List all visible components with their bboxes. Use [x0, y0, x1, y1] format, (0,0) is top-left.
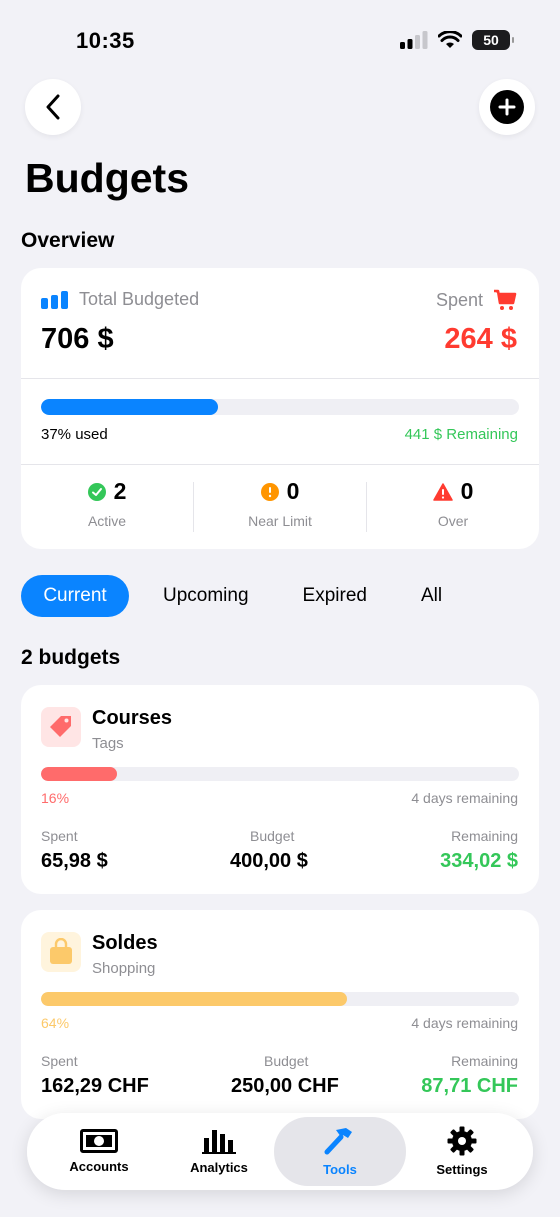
- stat-count: 0: [460, 478, 474, 504]
- shopping-bag-icon: [41, 932, 81, 972]
- budget-category: Tags: [92, 735, 124, 752]
- status-bar: 10:35 50: [0, 0, 560, 80]
- overview-progress-bar: [41, 399, 519, 415]
- page-title: Budgets: [25, 155, 189, 201]
- battery-icon: 50: [472, 30, 514, 50]
- spent-label: Spent: [41, 1053, 78, 1069]
- overview-heading: Overview: [21, 229, 115, 252]
- bottom-tab-bar: Accounts Analytics Tools Settings: [27, 1113, 533, 1190]
- remaining-label: Remaining: [451, 828, 518, 844]
- budget-card-soldes[interactable]: Soldes Shopping 64% 4 days remaining Spe…: [21, 910, 539, 1119]
- days-remaining: 4 days remaining: [411, 790, 518, 806]
- remaining-amount: 441 $ Remaining: [404, 426, 518, 443]
- remaining-value: 87,71 CHF: [421, 1075, 518, 1097]
- budget-value: 250,00 CHF: [231, 1075, 339, 1097]
- total-budgeted-label: Total Budgeted: [41, 289, 199, 310]
- stat-active[interactable]: 2 Active: [21, 478, 193, 529]
- bar-chart-icon: [202, 1130, 236, 1154]
- tabbar-item-analytics[interactable]: Analytics: [153, 1117, 285, 1186]
- stat-near-limit[interactable]: 0 Near Limit: [194, 478, 366, 529]
- total-budgeted-value: 706 $: [41, 323, 114, 355]
- budget-name: Courses: [92, 707, 173, 729]
- stat-count: 2: [113, 478, 127, 504]
- tabbar-label: Settings: [436, 1162, 488, 1177]
- tabbar-label: Tools: [323, 1162, 357, 1177]
- tabbar-item-settings[interactable]: Settings: [396, 1117, 528, 1186]
- cart-icon: [494, 289, 517, 310]
- status-time: 10:35: [76, 28, 135, 53]
- overview-card: Total Budgeted Spent 706 $ 264 $ 37% use…: [21, 268, 539, 549]
- tabbar-label: Analytics: [190, 1160, 248, 1175]
- tabbar-item-tools[interactable]: Tools: [274, 1117, 406, 1186]
- back-button[interactable]: [25, 79, 81, 135]
- checkmark-circle-icon: [87, 482, 106, 501]
- budget-label: Budget: [250, 828, 295, 844]
- chevron-left-icon: [46, 94, 60, 120]
- hammer-icon: [324, 1128, 352, 1155]
- overview-progress-fill: [41, 399, 218, 415]
- budget-value: 400,00 $: [230, 850, 308, 872]
- total-budgeted-text: Total Budgeted: [79, 289, 200, 309]
- filter-tabs: Current Upcoming Expired All: [21, 575, 442, 617]
- budget-progress-fill: [41, 767, 118, 781]
- budget-category: Shopping: [92, 960, 156, 977]
- budget-percent: 16%: [41, 790, 70, 806]
- tab-upcoming[interactable]: Upcoming: [163, 575, 249, 617]
- spent-text: Spent: [435, 289, 483, 310]
- wifi-icon: [438, 31, 462, 48]
- spent-label: Spent: [41, 828, 78, 844]
- stat-label: Active: [87, 513, 127, 529]
- spent-label: Spent: [436, 289, 517, 311]
- tabbar-item-accounts[interactable]: Accounts: [33, 1117, 165, 1186]
- stat-count: 0: [286, 478, 300, 504]
- budget-label: Budget: [264, 1053, 309, 1069]
- tab-current[interactable]: Current: [21, 575, 129, 617]
- exclamation-circle-icon: [260, 482, 279, 501]
- budget-percent: 64%: [41, 1015, 70, 1031]
- budgets-count: 2 budgets: [21, 646, 121, 669]
- tabbar-label: Accounts: [69, 1159, 129, 1174]
- warning-triangle-icon: [432, 482, 453, 501]
- stat-over[interactable]: 0 Over: [367, 478, 539, 529]
- used-percent: 37% used: [41, 426, 108, 443]
- remaining-label: Remaining: [451, 1053, 518, 1069]
- budget-progress-bar: [41, 767, 519, 781]
- gear-icon: [447, 1126, 477, 1156]
- plus-icon: [490, 90, 524, 124]
- budget-card-courses[interactable]: Courses Tags 16% 4 days remaining Spent …: [21, 685, 539, 894]
- spent-value: 65,98 $: [41, 850, 108, 872]
- add-budget-button[interactable]: [479, 79, 535, 135]
- tag-icon: [41, 707, 81, 747]
- tab-expired[interactable]: Expired: [303, 575, 367, 617]
- cellular-signal-icon: [400, 31, 428, 49]
- bar-chart-icon: [41, 290, 68, 309]
- tab-all[interactable]: All: [421, 575, 442, 617]
- budget-progress-fill: [41, 992, 347, 1006]
- spent-value: 162,29 CHF: [41, 1075, 149, 1097]
- status-icons: 50: [400, 30, 514, 50]
- days-remaining: 4 days remaining: [411, 1015, 518, 1031]
- stat-label: Near Limit: [248, 513, 312, 529]
- budget-name: Soldes: [92, 932, 158, 954]
- remaining-value: 334,02 $: [440, 850, 518, 872]
- divider: [21, 464, 539, 465]
- spent-value: 264 $: [444, 323, 517, 355]
- stat-label: Over: [437, 513, 469, 529]
- divider: [21, 378, 539, 379]
- budget-progress-bar: [41, 992, 519, 1006]
- banknote-icon: [80, 1129, 118, 1153]
